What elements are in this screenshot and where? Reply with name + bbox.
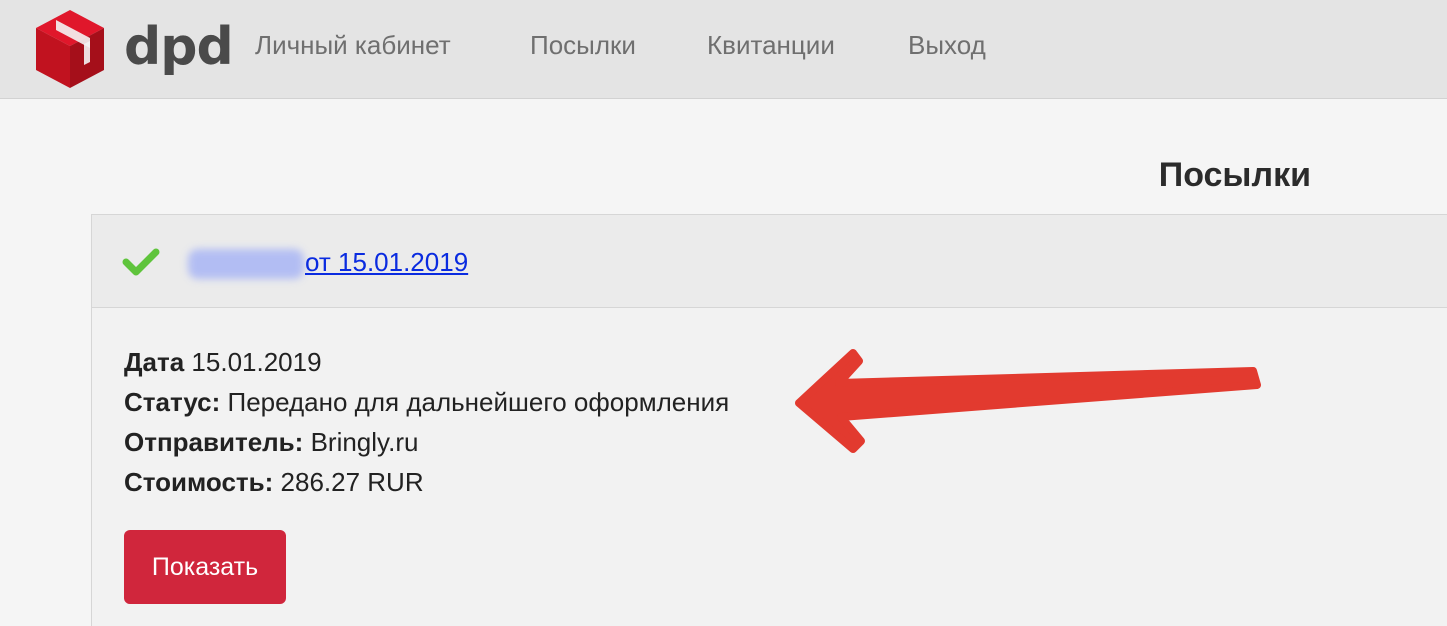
nav-item-parcels[interactable]: Посылки bbox=[530, 30, 636, 61]
parcel-info: Дата 15.01.2019 Статус: Передано для дал… bbox=[124, 342, 729, 502]
cost-value: 286.27 RUR bbox=[280, 467, 424, 497]
date-value: 15.01.2019 bbox=[191, 347, 322, 377]
nav-item-personal-account[interactable]: Личный кабинет bbox=[255, 30, 451, 61]
status-value: Передано для дальнейшего оформления bbox=[227, 387, 730, 417]
page-title: Посылки bbox=[1158, 156, 1311, 194]
logo-text: dpd bbox=[124, 17, 234, 77]
date-row: Дата 15.01.2019 bbox=[124, 342, 729, 382]
sender-label: Отправитель: bbox=[124, 427, 304, 457]
red-arrow-annotation-icon bbox=[795, 349, 1261, 453]
dpd-logo[interactable]: dpd bbox=[34, 8, 234, 92]
parcel-card-header: от 15.01.2019 bbox=[92, 215, 1447, 308]
redacted-parcel-number bbox=[188, 249, 304, 279]
dpd-cube-icon bbox=[36, 10, 104, 88]
show-button[interactable]: Показать bbox=[124, 530, 286, 604]
page: dpd Личный кабинет Посылки Квитанции Вых… bbox=[0, 0, 1447, 626]
checkmark-icon bbox=[122, 248, 160, 276]
nav-item-logout[interactable]: Выход bbox=[908, 30, 986, 61]
sender-value: Bringly.ru bbox=[310, 427, 419, 457]
status-row: Статус: Передано для дальнейшего оформле… bbox=[124, 382, 729, 422]
cost-row: Стоимость: 286.27 RUR bbox=[124, 462, 729, 502]
cost-label: Стоимость: bbox=[124, 467, 274, 497]
parcel-link[interactable]: от 15.01.2019 bbox=[305, 247, 468, 278]
status-label: Статус: bbox=[124, 387, 221, 417]
date-label: Дата bbox=[124, 347, 185, 377]
sender-row: Отправитель: Bringly.ru bbox=[124, 422, 729, 462]
top-navbar: dpd Личный кабинет Посылки Квитанции Вых… bbox=[0, 0, 1447, 99]
nav-item-receipts[interactable]: Квитанции bbox=[707, 30, 835, 61]
